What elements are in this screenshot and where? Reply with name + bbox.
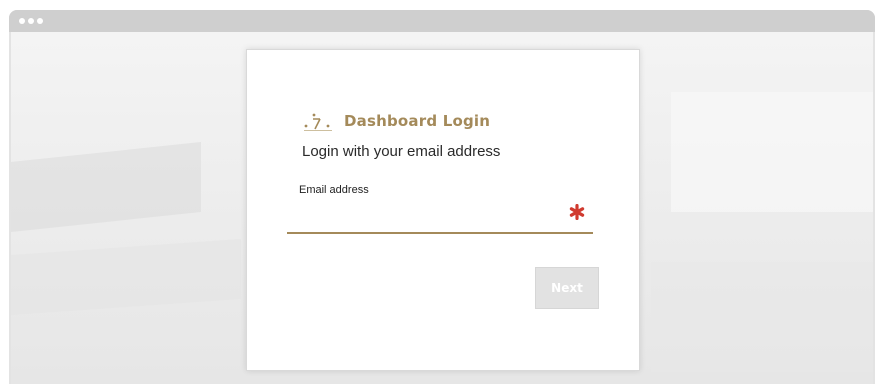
email-input[interactable]: [287, 202, 593, 234]
window-titlebar: [9, 10, 875, 32]
login-card: Dashboard Login Login with your email ad…: [246, 49, 640, 371]
brand-header: Dashboard Login: [302, 108, 490, 134]
background-shape: [671, 92, 873, 212]
background-shape: [651, 262, 873, 372]
next-button[interactable]: Next: [535, 267, 599, 309]
dashboard-gauge-icon: [304, 113, 332, 131]
page-title: Dashboard Login: [344, 112, 491, 130]
background-shape: [11, 238, 241, 316]
window-dot-icon[interactable]: [19, 18, 25, 24]
email-label: Email address: [299, 184, 369, 196]
browser-window: Dashboard Login Login with your email ad…: [9, 10, 875, 384]
window-dot-icon[interactable]: [37, 18, 43, 24]
background-shape: [11, 142, 201, 232]
window-dot-icon[interactable]: [28, 18, 34, 24]
page-viewport: Dashboard Login Login with your email ad…: [11, 32, 873, 384]
login-subtitle: Login with your email address: [302, 143, 501, 160]
asterisk-icon: [569, 204, 585, 220]
